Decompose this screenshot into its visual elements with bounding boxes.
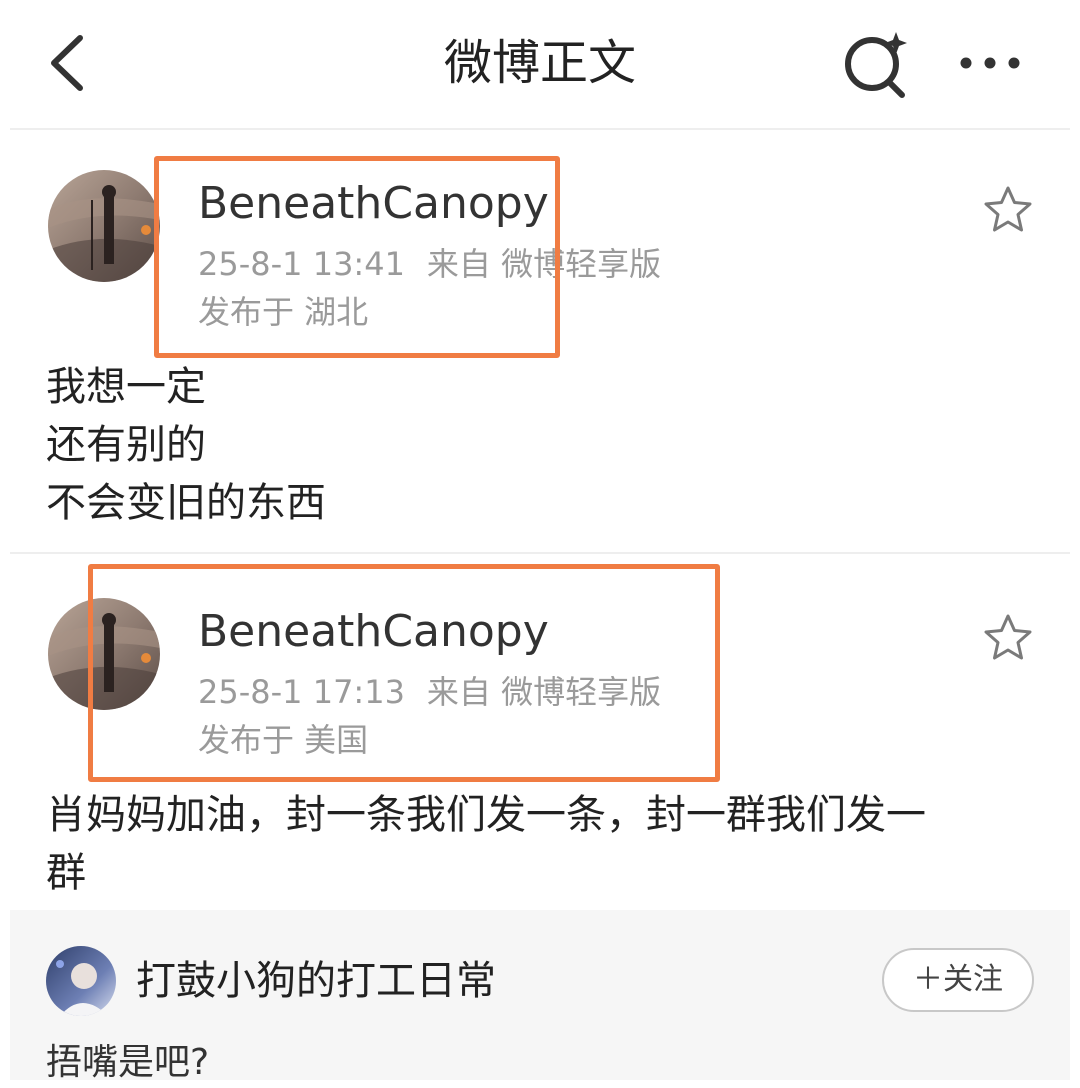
header-divider (10, 128, 1070, 130)
post-body: 我想一定 还有别的 不会变旧的东西 (46, 358, 326, 532)
post-text-line: 我想一定 (46, 364, 206, 410)
search-sparkle-icon[interactable] (838, 26, 914, 102)
star-icon[interactable] (982, 612, 1034, 664)
back-icon[interactable] (40, 30, 100, 96)
post-text-line: 肖妈妈加油，封一条我们发一条，封一群我们发一 (46, 792, 926, 838)
follow-button[interactable]: ＋关注 (882, 948, 1034, 1012)
post-divider (10, 552, 1070, 554)
highlight-box (88, 564, 720, 782)
post-text-line: 群 (46, 850, 86, 896)
post-body: 肖妈妈加油，封一条我们发一条，封一群我们发一 群 (46, 786, 1046, 902)
more-dots-icon[interactable] (952, 40, 1028, 86)
top-bar: 微博正文 (0, 0, 1080, 128)
page-title: 微博正文 (443, 35, 636, 91)
user-avatar[interactable] (48, 170, 160, 282)
related-post-preview[interactable]: 捂嘴是吧? (46, 1038, 209, 1088)
post-text-line: 不会变旧的东西 (46, 480, 326, 526)
related-user-name[interactable]: 打鼓小狗的打工日常 (136, 952, 496, 1010)
highlight-box (154, 156, 560, 358)
user-avatar[interactable] (46, 946, 116, 1016)
star-icon[interactable] (982, 184, 1034, 236)
post-text-line: 还有别的 (46, 422, 206, 468)
